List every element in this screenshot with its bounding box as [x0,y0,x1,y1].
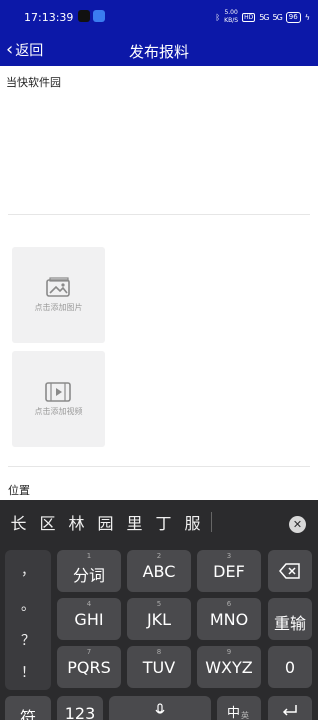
add-video-button[interactable]: 点击添加视频 [12,351,105,447]
key-number: 4 [86,600,92,608]
key-def[interactable]: 3 DEF [197,550,261,592]
status-bar: 17:13:39 ᛒ 5.00 KB/S HD 5G 5G 96 ϟ [0,0,318,34]
key-zero[interactable]: 0 [268,646,312,688]
key-label: 重输 [273,614,306,633]
key-pqrs[interactable]: 7 PQRS [57,646,121,688]
candidate-word[interactable]: 丁 [149,510,178,534]
key-abc[interactable]: 2 ABC [127,550,191,592]
add-video-label: 点击添加视频 [34,407,83,416]
key-tuv[interactable]: 8 TUV [127,646,191,688]
network-speed: 5.00 KB/S [224,9,238,25]
key-sub-label: 英 [241,711,249,720]
key-fenci[interactable]: 1 分词 [57,550,121,592]
key-label: 分词 [72,566,105,585]
close-icon[interactable]: ✕ [289,516,306,533]
key-label: PQRS [67,658,111,677]
bluetooth-icon: ᛒ [215,12,221,22]
candidate-word[interactable]: 区 [33,510,62,534]
divider [8,214,310,215]
ime-keyboard: 长 区 林 园 里 丁 服 ✕ ， 。 ？ ！ 1 分词 2 ABC 3 DEF… [0,500,318,720]
status-indicators: ᛒ 5.00 KB/S HD 5G 5G 96 ϟ [215,9,310,25]
language-switch-key[interactable]: 中 英 [217,696,261,720]
hd-badge: HD [242,12,256,22]
add-photo-button[interactable]: 点击添加图片 [12,247,105,343]
add-photo-label: 点击添加图片 [34,303,83,312]
candidate-separator [211,512,212,532]
punct-question-key[interactable]: ？ [5,630,51,650]
network-speed-unit: KB/S [224,17,239,24]
space-key[interactable] [109,696,211,720]
key-label: 0 [284,658,296,677]
network-speed-value: 5.00 [224,9,238,16]
candidate-word[interactable]: 园 [91,510,120,534]
key-number: 6 [226,600,232,608]
key-jkl[interactable]: 5 JKL [127,598,191,640]
punct-comma-key[interactable]: ， [5,560,51,580]
candidate-bar: 长 区 林 园 里 丁 服 [0,500,318,544]
image-icon [46,277,70,297]
backspace-button[interactable] [268,550,312,592]
key-number: 8 [156,648,162,656]
key-number: 2 [156,552,162,560]
charging-icon: ϟ [304,12,310,22]
microphone-icon [155,703,165,714]
video-icon [45,382,71,402]
punct-exclaim-key[interactable]: ！ [5,662,51,682]
key-mno[interactable]: 6 MNO [197,598,261,640]
signal-1-icon: 5G [259,12,269,22]
page-title: 发布报料 [128,43,189,61]
candidate-word[interactable]: 里 [120,510,149,534]
enter-icon [282,705,297,716]
app-notification-icon [93,10,105,22]
divider [8,466,310,467]
key-label: DEF [213,562,245,581]
signal-2-icon: 5G [272,12,283,22]
key-number: 7 [86,648,92,656]
key-number: 1 [86,552,92,560]
post-text-input[interactable]: 当快软件园 [6,74,312,214]
candidate-word[interactable]: 林 [62,510,91,534]
key-number: 3 [226,552,232,560]
key-label: 123 [64,704,96,720]
post-form: 当快软件园 点击添加图片 点击添加视频 位置 [0,66,318,500]
reenter-button[interactable]: 重输 [268,598,312,640]
key-label: 符 [19,708,36,720]
key-number: 9 [226,648,232,656]
key-label: WXYZ [205,658,253,677]
backspace-icon [279,563,300,579]
key-label: TUV [142,658,176,677]
key-wxyz[interactable]: 9 WXYZ [197,646,261,688]
punctuation-column: ， 。 ？ ！ [5,550,51,690]
key-label: ABC [142,562,176,581]
key-ghi[interactable]: 4 GHI [57,598,121,640]
punct-period-key[interactable]: 。 [5,595,51,615]
enter-key[interactable] [268,696,312,720]
key-label: GHI [74,610,104,629]
key-label: MNO [209,610,249,629]
tiktok-icon [78,10,90,22]
key-label: 中 [227,706,241,720]
number-mode-key[interactable]: 123 [57,696,103,720]
candidate-word[interactable]: 长 [4,510,33,534]
key-number: 5 [156,600,162,608]
symbol-key[interactable]: 符 [5,696,51,720]
key-label: JKL [146,610,172,629]
battery-icon: 96 [285,11,301,23]
status-time: 17:13:39 [24,11,74,24]
location-label[interactable]: 位置 [8,482,30,498]
candidate-word[interactable]: 服 [178,510,207,534]
nav-bar: ‹ 返回 发布报料 [0,34,318,66]
